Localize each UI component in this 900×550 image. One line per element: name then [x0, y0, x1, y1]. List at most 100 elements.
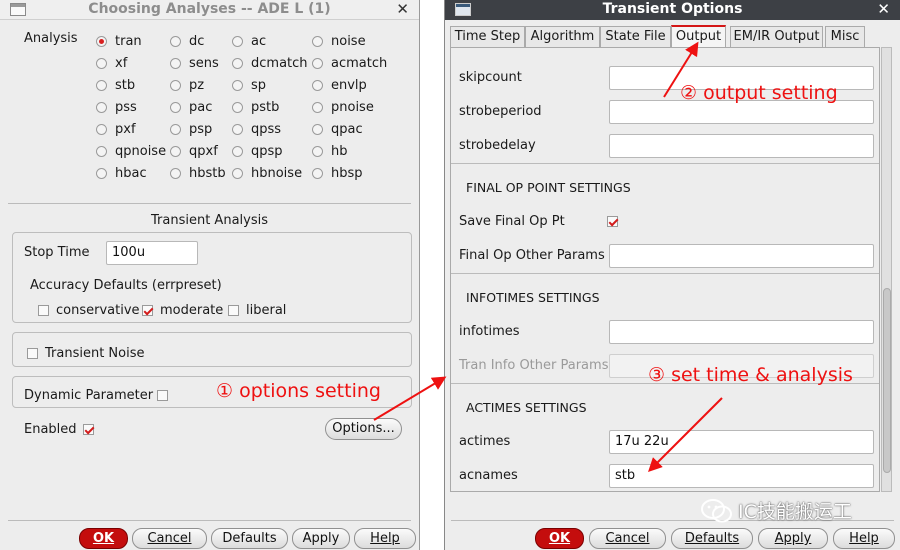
analysis-label-dc: dc — [189, 34, 205, 49]
analysis-radio-tran[interactable]: tran — [96, 34, 142, 49]
actimes-input[interactable]: 17u 22u — [609, 430, 874, 454]
right-titlebar[interactable]: Transient Options ✕ — [445, 0, 900, 20]
help-label: Help — [849, 531, 879, 546]
enabled-check-icon — [82, 424, 94, 435]
radio-indicator-icon — [312, 102, 323, 113]
analysis-radio-pstb[interactable]: pstb — [232, 100, 279, 115]
radio-indicator-icon — [312, 58, 323, 69]
accuracy-liberal-checkbox[interactable]: liberal — [228, 303, 286, 318]
tab-algorithm[interactable]: Algorithm — [525, 26, 600, 47]
analysis-radio-noise[interactable]: noise — [312, 34, 366, 49]
left-titlebar[interactable]: Choosing Analyses -- ADE L (1) ✕ — [0, 0, 419, 20]
scrollbar-thumb[interactable] — [883, 288, 891, 473]
save-final-op-label: Save Final Op Pt — [459, 214, 565, 229]
analysis-radio-dcmatch[interactable]: dcmatch — [232, 56, 308, 71]
tab-em-ir-output[interactable]: EM/IR Output — [730, 26, 823, 47]
tab-output[interactable]: Output — [671, 25, 726, 48]
tab-misc[interactable]: Misc — [825, 26, 865, 47]
cancel-button[interactable]: Cancel — [132, 528, 207, 549]
apply-label: Apply — [774, 531, 812, 546]
transient-noise-label: Transient Noise — [45, 346, 145, 361]
acnames-input[interactable]: stb — [609, 464, 874, 488]
radio-indicator-icon — [96, 146, 107, 157]
analysis-radio-hbstb[interactable]: hbstb — [170, 166, 226, 181]
analysis-radio-qpss[interactable]: qpss — [232, 122, 281, 137]
vertical-scrollbar[interactable] — [881, 47, 892, 492]
analysis-radio-envlp[interactable]: envlp — [312, 78, 367, 93]
radio-indicator-icon — [170, 36, 181, 47]
analysis-radio-qpnoise[interactable]: qpnoise — [96, 144, 166, 159]
stop-time-input[interactable]: 100u — [106, 241, 198, 265]
analysis-radio-sens[interactable]: sens — [170, 56, 219, 71]
help-button[interactable]: Help — [833, 528, 895, 549]
dynamic-parameter-check-icon — [157, 390, 169, 401]
radio-indicator-icon — [170, 146, 181, 157]
defaults-button[interactable]: Defaults — [671, 528, 753, 549]
transient-noise-checkbox[interactable]: Transient Noise — [27, 346, 145, 361]
dynamic-parameter-checkbox[interactable]: Dynamic Parameter — [24, 388, 169, 403]
analysis-radio-pac[interactable]: pac — [170, 100, 212, 115]
radio-indicator-icon — [312, 168, 323, 179]
radio-indicator-icon — [96, 58, 107, 69]
radio-indicator-icon — [312, 80, 323, 91]
ok-button[interactable]: OK — [535, 528, 584, 549]
strobedelay-input[interactable] — [609, 134, 874, 158]
analysis-radio-pnoise[interactable]: pnoise — [312, 100, 374, 115]
accuracy-defaults-label: Accuracy Defaults (errpreset) — [30, 278, 222, 293]
enabled-label: Enabled — [24, 422, 77, 437]
cancel-button[interactable]: Cancel — [589, 528, 666, 549]
radio-indicator-icon — [170, 102, 181, 113]
check-icon — [228, 305, 239, 316]
enabled-checkbox[interactable]: Enabled — [24, 422, 94, 437]
analysis-radio-psp[interactable]: psp — [170, 122, 212, 137]
infotimes-input[interactable] — [609, 320, 874, 344]
analysis-radio-stb[interactable]: stb — [96, 78, 135, 93]
close-icon[interactable]: ✕ — [877, 0, 890, 19]
analysis-radio-hbsp[interactable]: hbsp — [312, 166, 363, 181]
save-final-op-checkbox[interactable] — [607, 216, 618, 227]
analysis-label: Analysis — [24, 31, 78, 46]
analysis-radio-ac[interactable]: ac — [232, 34, 266, 49]
analysis-radio-qpxf[interactable]: qpxf — [170, 144, 218, 159]
infotimes-label: infotimes — [459, 324, 520, 339]
analysis-radio-dc[interactable]: dc — [170, 34, 204, 49]
apply-button[interactable]: Apply — [292, 528, 350, 549]
analysis-radio-sp[interactable]: sp — [232, 78, 266, 93]
ok-button[interactable]: OK — [79, 528, 128, 549]
final-op-other-input[interactable] — [609, 244, 874, 268]
analysis-label-pnoise: pnoise — [331, 100, 374, 115]
radio-indicator-icon — [170, 168, 181, 179]
stop-time-label: Stop Time — [24, 245, 90, 260]
analysis-radio-qpac[interactable]: qpac — [312, 122, 363, 137]
analysis-label-tran: tran — [115, 34, 142, 49]
analysis-label-hbstb: hbstb — [189, 166, 226, 181]
accuracy-moderate-checkbox[interactable]: moderate — [142, 303, 223, 318]
apply-button[interactable]: Apply — [758, 528, 828, 549]
close-icon[interactable]: ✕ — [396, 0, 409, 19]
divider — [451, 273, 879, 274]
analysis-label-qpxf: qpxf — [189, 144, 218, 159]
accuracy-conservative-checkbox[interactable]: conservative — [38, 303, 140, 318]
analysis-radio-xf[interactable]: xf — [96, 56, 127, 71]
acnames-label: acnames — [459, 468, 518, 483]
tab-state-file[interactable]: State File — [600, 26, 671, 47]
accuracy-conservative-label: conservative — [56, 303, 140, 318]
analysis-label-pac: pac — [189, 100, 213, 115]
divider — [8, 203, 411, 204]
analysis-radio-hbnoise[interactable]: hbnoise — [232, 166, 302, 181]
analysis-label-qpss: qpss — [251, 122, 282, 137]
analysis-radio-hb[interactable]: hb — [312, 144, 348, 159]
analysis-radio-acmatch[interactable]: acmatch — [312, 56, 387, 71]
defaults-button[interactable]: Defaults — [211, 528, 288, 549]
analysis-radio-qpsp[interactable]: qpsp — [232, 144, 283, 159]
analysis-radio-pz[interactable]: pz — [170, 78, 204, 93]
tab-time-step[interactable]: Time Step — [450, 26, 525, 47]
analysis-radio-pxf[interactable]: pxf — [96, 122, 136, 137]
analysis-radio-pss[interactable]: pss — [96, 100, 137, 115]
analysis-radio-hbac[interactable]: hbac — [96, 166, 147, 181]
help-button[interactable]: Help — [354, 528, 416, 549]
annotation-time-analysis: ③ set time & analysis — [648, 364, 853, 386]
analysis-label-sp: sp — [251, 78, 267, 93]
options-button[interactable]: Options... — [325, 418, 402, 440]
radio-indicator-icon — [232, 146, 243, 157]
